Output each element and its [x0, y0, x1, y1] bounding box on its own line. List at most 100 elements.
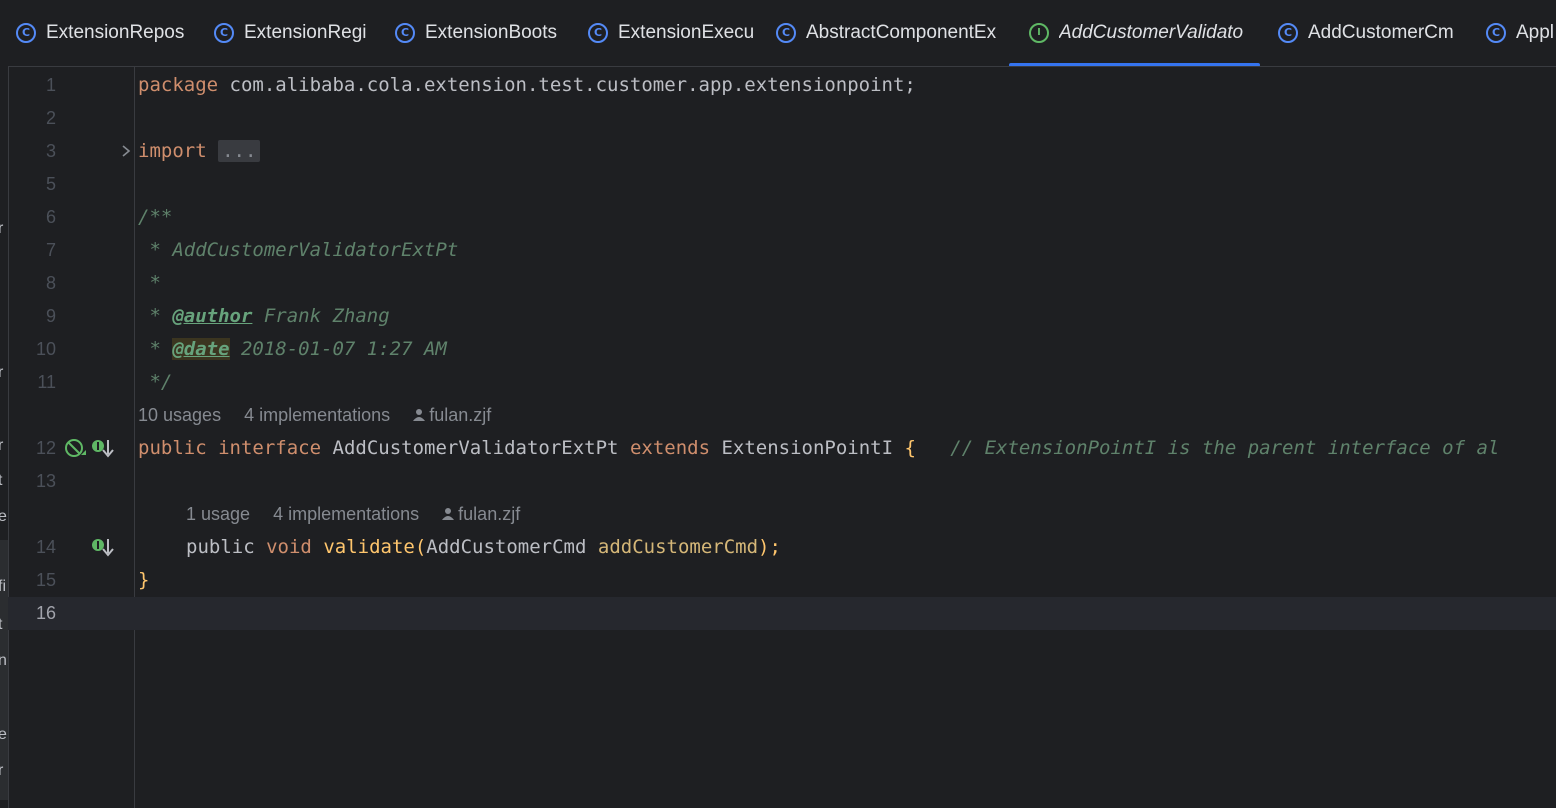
- class-icon: C: [214, 23, 234, 43]
- author-name[interactable]: fulan.zjf: [429, 405, 491, 425]
- code-editor[interactable]: 1 package com.alibaba.cola.extension.tes…: [8, 67, 1556, 808]
- implemented-method-icon[interactable]: [92, 537, 114, 559]
- panel-text-fragment: fi: [0, 578, 6, 595]
- keyword: import: [138, 140, 207, 162]
- line-content: public void validate(AddCustomerCmd addC…: [186, 531, 781, 564]
- keyword: void: [266, 536, 312, 558]
- fold-expand-icon[interactable]: [118, 143, 134, 159]
- panel-text-fragment: r: [0, 220, 3, 238]
- line-number: 15: [35, 570, 56, 590]
- keyword: extends: [629, 437, 711, 459]
- supertype-name: ExtensionPointI: [721, 437, 894, 459]
- javadoc-prefix: *: [138, 305, 173, 327]
- current-line[interactable]: 16: [8, 597, 1556, 630]
- usages-link[interactable]: 10 usages: [138, 405, 221, 425]
- paren: (: [414, 536, 427, 558]
- code-line: 9 * @author Frank Zhang: [8, 300, 1556, 333]
- class-icon: C: [776, 23, 796, 43]
- panel-text-fragment: r: [0, 762, 3, 780]
- folded-imports[interactable]: ...: [218, 140, 261, 162]
- usages-link[interactable]: 1 usage: [186, 504, 250, 524]
- no-implementations-icon[interactable]: [64, 438, 88, 460]
- code-line: 10 * @date 2018-01-07 1:27 AM: [8, 333, 1556, 366]
- method-name: validate: [323, 536, 415, 558]
- panel-text-fragment: n: [0, 652, 7, 670]
- interface-name: AddCustomerValidatorExtPt: [332, 437, 619, 459]
- author-icon: [442, 508, 455, 520]
- line-number: 11: [37, 372, 56, 392]
- line-number: 13: [35, 471, 56, 491]
- code-vision-hint: 1 usage 4 implementations fulan.zjf: [186, 498, 538, 531]
- tab-extension-boots[interactable]: C ExtensionBoots: [395, 0, 571, 66]
- line-number: 6: [45, 207, 56, 227]
- line-number: 12: [35, 438, 56, 458]
- line-number: 9: [45, 306, 56, 326]
- tab-abstract-component[interactable]: C AbstractComponentEx: [776, 0, 1008, 66]
- line-number: 3: [45, 141, 56, 161]
- line-number: 8: [45, 273, 56, 293]
- active-tab-indicator: [1009, 63, 1260, 66]
- panel-text-fragment: e: [0, 508, 7, 526]
- class-icon: C: [1278, 23, 1298, 43]
- line-number: 1: [45, 75, 56, 95]
- javadoc-value: Frank Zhang: [252, 305, 390, 327]
- tab-label: AbstractComponentEx: [806, 22, 997, 43]
- implemented-interface-icon[interactable]: [92, 438, 114, 460]
- code-line: 2: [8, 102, 1556, 135]
- implementations-link[interactable]: 4 implementations: [244, 405, 390, 425]
- tab-label: ExtensionExecu: [618, 22, 754, 43]
- keyword: package: [138, 74, 219, 96]
- keyword: public: [138, 437, 207, 459]
- javadoc: /**: [138, 206, 173, 228]
- tab-extension-repos[interactable]: C ExtensionRepos: [16, 0, 196, 66]
- runnable-class-icon: C: [1486, 23, 1506, 43]
- javadoc-tag: @date: [172, 338, 230, 360]
- editor-tab-bar: C ExtensionRepos C ExtensionRegi C Exten…: [8, 0, 1556, 67]
- code-line: 6 /**: [8, 201, 1556, 234]
- tab-extension-regi[interactable]: C ExtensionRegi: [214, 0, 378, 66]
- author-icon: [413, 409, 426, 421]
- tab-label: Appl: [1516, 22, 1555, 43]
- tab-extension-execu[interactable]: C ExtensionExecu: [588, 0, 756, 66]
- line-content: package com.alibaba.cola.extension.test.…: [138, 69, 916, 102]
- code-line: 5: [8, 168, 1556, 201]
- line-number: 2: [45, 108, 56, 128]
- javadoc-value: 2018-01-07 1:27 AM: [229, 338, 447, 360]
- panel-text-fragment: t: [0, 472, 2, 490]
- class-icon: C: [16, 23, 36, 43]
- interface-icon: I: [1029, 23, 1049, 43]
- tab-add-customer-validator[interactable]: I AddCustomerValidato: [1009, 0, 1260, 66]
- code-line: 14 public void validate(AddCustomerCmd a…: [8, 531, 1556, 564]
- modifier: public: [186, 536, 255, 558]
- javadoc: *: [138, 272, 161, 294]
- tab-appl[interactable]: C Appl: [1486, 0, 1556, 66]
- code-vision-hint: 10 usages 4 implementations fulan.zjf: [138, 399, 509, 432]
- inline-comment: // ExtensionPointI is the parent interfa…: [950, 437, 1500, 459]
- panel-text-fragment: r: [0, 437, 3, 455]
- tab-add-customer-cmd[interactable]: C AddCustomerCm: [1278, 0, 1474, 66]
- tab-label: ExtensionRegi: [244, 22, 367, 43]
- javadoc: */: [138, 371, 173, 393]
- line-content: public interface AddCustomerValidatorExt…: [138, 432, 1499, 465]
- keyword: interface: [218, 437, 322, 459]
- code-line: 3 import ...: [8, 135, 1556, 168]
- closing-brace: }: [138, 569, 150, 591]
- javadoc: * @date 2018-01-07 1:27 AM: [138, 333, 447, 366]
- line-number: 10: [35, 339, 56, 359]
- javadoc: * AddCustomerValidatorExtPt: [138, 239, 459, 261]
- paren: );: [758, 536, 781, 558]
- code-line: 11 */: [8, 366, 1556, 399]
- implementations-link[interactable]: 4 implementations: [273, 504, 419, 524]
- param-name: addCustomerCmd: [597, 536, 759, 558]
- param-type: AddCustomerCmd: [426, 536, 587, 558]
- code-line: 15 }: [8, 564, 1556, 597]
- tab-label: AddCustomerCm: [1308, 22, 1454, 43]
- code-line: 8 *: [8, 267, 1556, 300]
- panel-text-fragment: r: [0, 364, 3, 382]
- line-content: import ...: [138, 135, 261, 168]
- author-name[interactable]: fulan.zjf: [458, 504, 520, 524]
- tab-label: ExtensionRepos: [46, 22, 185, 43]
- code-line: 12 public interface AddCustomerValidator…: [8, 432, 1556, 465]
- line-number: 7: [45, 240, 56, 260]
- line-number: 5: [45, 174, 56, 194]
